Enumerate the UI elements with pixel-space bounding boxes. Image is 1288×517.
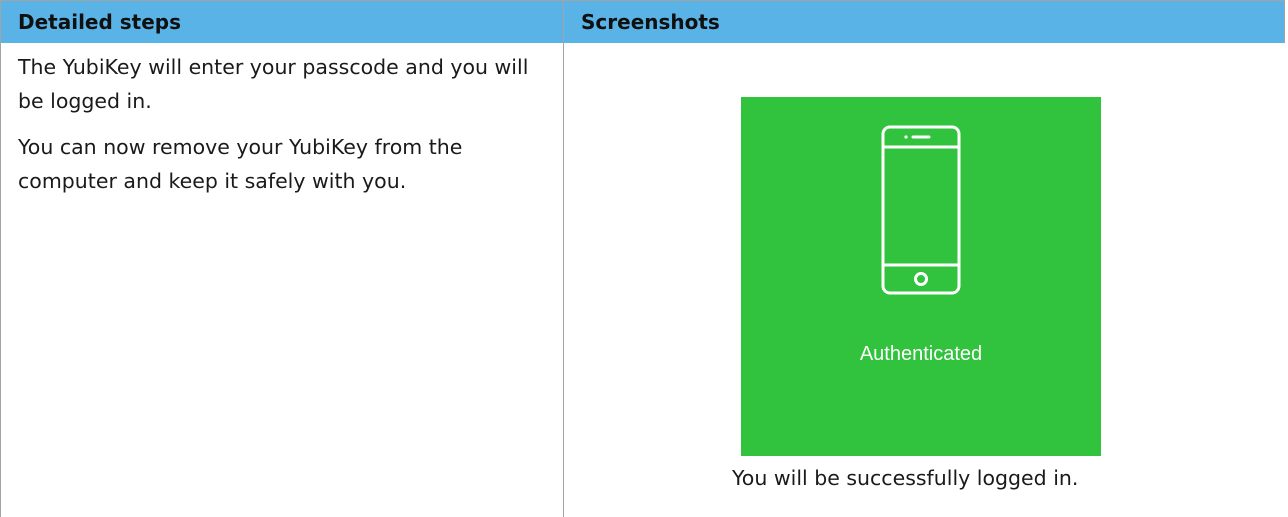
smartphone-icon [881,125,961,295]
authenticated-status-text: Authenticated [859,343,983,365]
table-header-row: Detailed steps Screenshots [1,1,1284,43]
steps-cell: The YubiKey will enter your passcode and… [18,50,558,210]
header-screenshots: Screenshots [581,10,720,34]
table-border-left [0,0,1,517]
table-border-top [0,0,1285,1]
instruction-table: Detailed steps Screenshots The YubiKey w… [0,0,1288,517]
table-column-divider [563,0,564,517]
header-detailed-steps: Detailed steps [18,10,182,34]
step-text-passcode: The YubiKey will enter your passcode and… [18,55,529,113]
authenticated-screenshot: Authenticated [741,97,1101,456]
screenshot-caption: You will be successfully logged in. [732,466,1079,490]
step-text-remove-key: You can now remove your YubiKey from the… [18,135,463,193]
table-border-right [1284,0,1285,43]
